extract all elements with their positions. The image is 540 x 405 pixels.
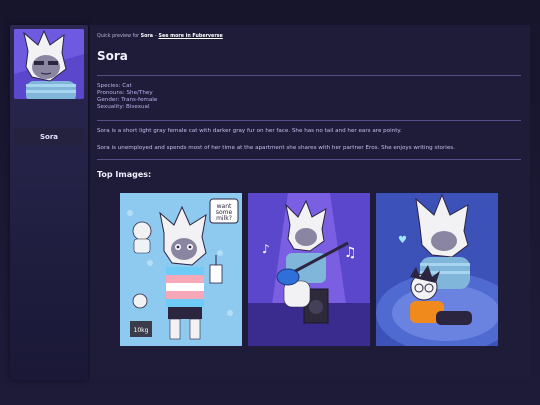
breadcrumb-separator: – bbox=[154, 34, 157, 39]
breadcrumb-prefix: Quick preview for bbox=[97, 34, 140, 39]
fact-gender: Gender: Trans-female bbox=[97, 97, 158, 103]
page-title: Sora bbox=[97, 49, 128, 63]
avatar-illustration bbox=[14, 29, 84, 99]
profile-main-panel: Quick preview for Sora – See more in Fub… bbox=[90, 25, 530, 380]
avatar[interactable] bbox=[14, 29, 84, 99]
gallery-image-1[interactable]: want some milk? 10kg bbox=[120, 193, 242, 346]
svg-text:♥: ♥ bbox=[398, 235, 407, 246]
breadcrumb: Quick preview for Sora – See more in Fub… bbox=[97, 34, 223, 39]
fact-pronouns: Pronouns: She/They bbox=[97, 90, 153, 96]
guitar-artwork: ♪ ♫ bbox=[248, 193, 370, 346]
divider bbox=[97, 75, 521, 76]
speech-bubble-text: want some milk? bbox=[216, 203, 233, 222]
gallery-image-2[interactable]: ♪ ♫ bbox=[248, 193, 370, 346]
description-paragraph-1: Sora is a short light gray female cat wi… bbox=[97, 128, 402, 134]
gallery-image-3[interactable]: ♥ bbox=[376, 193, 498, 346]
scale-label: 10kg bbox=[134, 327, 149, 334]
see-more-link[interactable]: See more in Fuberverse bbox=[158, 34, 222, 39]
description-paragraph-2: Sora is unemployed and spends most of he… bbox=[97, 145, 455, 151]
profile-sidebar-card: Sora bbox=[10, 25, 88, 380]
milk-artwork: want some milk? 10kg bbox=[120, 193, 242, 346]
breadcrumb-name: Sora bbox=[140, 34, 154, 39]
fact-species: Species: Cat bbox=[97, 83, 132, 89]
divider bbox=[97, 159, 521, 160]
svg-text:♫: ♫ bbox=[344, 245, 357, 261]
divider bbox=[97, 120, 521, 121]
sidebar-character-name: Sora bbox=[14, 128, 84, 146]
svg-text:♪: ♪ bbox=[262, 242, 270, 256]
sleeping-artwork: ♥ bbox=[376, 193, 498, 346]
fact-sexuality: Sexuality: Bisexual bbox=[97, 104, 150, 110]
top-images-heading: Top Images: bbox=[97, 170, 152, 179]
profile-facts: Species: Cat Pronouns: She/They Gender: … bbox=[97, 83, 157, 111]
